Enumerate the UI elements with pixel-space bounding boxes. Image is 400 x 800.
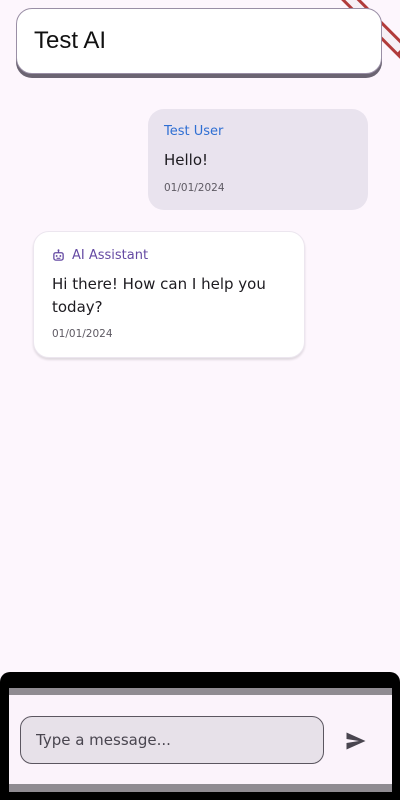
user-sender-name: Test User: [164, 124, 224, 139]
composer-panel: [9, 688, 392, 792]
send-button[interactable]: [338, 723, 374, 759]
send-icon: [346, 732, 366, 750]
ai-message-bubble: AI Assistant Hi there! How can I help yo…: [33, 231, 305, 358]
ai-message-timestamp: 01/01/2024: [52, 328, 113, 340]
message-input[interactable]: [20, 716, 324, 764]
chat-screen: Test AI Test User Hello! 01/01/2024 AI A…: [0, 0, 400, 800]
user-message-timestamp: 01/01/2024: [164, 182, 225, 194]
robot-icon: [53, 249, 64, 261]
ai-message-header: AI Assistant: [52, 248, 148, 263]
ai-sender-name: AI Assistant: [72, 248, 149, 263]
user-message-bubble: Test User Hello! 01/01/2024: [148, 109, 368, 210]
app-bar: Test AI: [16, 8, 382, 74]
app-title: Test AI: [34, 27, 107, 54]
message-composer: [0, 672, 400, 800]
user-message-text: Hello!: [164, 151, 209, 169]
ai-message-text: Hi there! How can I help you today?: [52, 275, 266, 316]
